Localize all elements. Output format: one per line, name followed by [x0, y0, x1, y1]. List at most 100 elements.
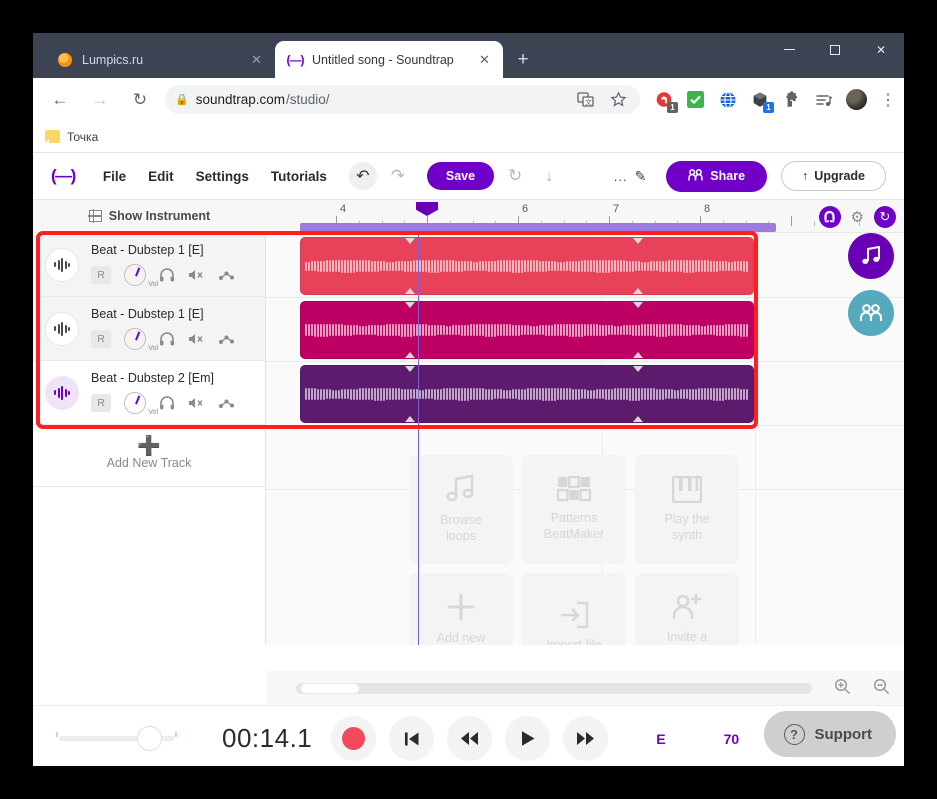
headphones-icon[interactable] [159, 332, 175, 346]
fast-forward-button[interactable] [563, 716, 609, 761]
track-header-3[interactable]: Beat - Dubstep 2 [Em] R Vol [33, 361, 265, 425]
import-file-button[interactable]: Import file [522, 573, 626, 645]
volume-knob[interactable]: Vol [124, 392, 158, 416]
menu-file[interactable]: File [103, 169, 126, 184]
play-button[interactable] [505, 716, 551, 761]
record-arm-button[interactable]: R [91, 394, 111, 412]
revert-history-icon[interactable]: ↻ [502, 163, 528, 189]
pencil-icon[interactable]: ✎ [635, 168, 647, 185]
support-widget[interactable]: ? Support [763, 711, 896, 757]
menu-tutorials[interactable]: Tutorials [271, 169, 327, 184]
speaker-muted-icon[interactable] [188, 396, 205, 410]
rewind-button[interactable] [447, 716, 493, 761]
redo-icon[interactable]: ↷ [385, 163, 411, 189]
box-extension-icon[interactable]: 1 [750, 90, 774, 113]
new-tab-button[interactable]: + [509, 46, 537, 74]
region-loop-marker[interactable] [405, 238, 415, 244]
download-icon[interactable]: ↓ [536, 163, 562, 189]
arrangement-area[interactable]: Browse loops Patterns BeatMaker Play the… [266, 233, 904, 645]
invite-friend-button[interactable]: Invite a friend [635, 573, 739, 645]
close-window-button[interactable]: ✕ [858, 33, 904, 66]
checkmark-extension-icon[interactable] [686, 90, 705, 109]
headphones-icon[interactable] [159, 396, 175, 410]
waveform-avatar-icon[interactable] [45, 311, 79, 346]
speaker-muted-icon[interactable] [188, 268, 205, 282]
browser-tab-soundtrap[interactable]: (—) Untitled song - Soundtrap ✕ [275, 41, 503, 78]
reload-icon[interactable]: ↻ [126, 86, 154, 114]
audio-region-3[interactable] [300, 365, 754, 423]
scrollbar-thumb[interactable] [300, 682, 360, 694]
project-key-value[interactable]: E [656, 731, 665, 747]
save-button[interactable]: Save [426, 162, 495, 190]
loops-library-button[interactable] [848, 233, 894, 279]
zoom-in-icon[interactable] [834, 678, 851, 699]
address-bar[interactable]: 🔒 soundtrap.com/studio/ 文 [165, 85, 640, 114]
share-button[interactable]: Share [666, 160, 768, 192]
headphones-icon[interactable] [159, 268, 175, 282]
region-loop-marker[interactable] [633, 302, 643, 308]
bookmark-item[interactable]: Точка [45, 130, 98, 144]
avatar[interactable] [846, 89, 867, 110]
menu-settings[interactable]: Settings [196, 169, 249, 184]
region-loop-marker[interactable] [405, 416, 415, 422]
show-instrument-button[interactable]: Show Instrument [33, 200, 266, 232]
minimize-button[interactable] [766, 33, 812, 66]
region-loop-marker[interactable] [405, 288, 415, 294]
add-new-track-button[interactable]: ➕ Add New Track [33, 425, 265, 487]
skip-to-start-button[interactable] [389, 716, 435, 761]
playhead-handle[interactable] [416, 202, 438, 216]
upgrade-button[interactable]: ↑ Upgrade [781, 161, 886, 191]
track-header-1[interactable]: Beat - Dubstep 1 [E] R Vol [33, 233, 265, 297]
audio-region-1[interactable] [300, 237, 754, 295]
loop-range-bar[interactable] [300, 223, 776, 232]
record-button[interactable] [331, 716, 377, 761]
waveform-avatar-icon[interactable] [45, 247, 79, 282]
magnet-snap-icon[interactable] [818, 205, 841, 228]
region-loop-marker[interactable] [405, 366, 415, 372]
puzzle-extensions-icon[interactable] [782, 90, 801, 109]
kebab-menu-icon[interactable]: ⋮ [880, 90, 896, 110]
menu-edit[interactable]: Edit [148, 169, 174, 184]
undo-icon[interactable]: ↶ [348, 162, 377, 190]
automation-icon[interactable] [218, 332, 235, 346]
region-loop-marker[interactable] [633, 288, 643, 294]
patterns-beatmaker-button[interactable]: Patterns BeatMaker [522, 455, 626, 564]
automation-icon[interactable] [218, 396, 235, 410]
browse-loops-button[interactable]: Browse loops [409, 455, 513, 564]
automation-icon[interactable] [218, 268, 235, 282]
playlist-icon[interactable] [814, 90, 833, 109]
project-bpm-value[interactable]: 70 [724, 731, 740, 747]
browser-tab-lumpics[interactable]: Lumpics.ru ✕ [45, 41, 275, 78]
volume-slider-handle[interactable] [137, 726, 162, 751]
collaborate-button[interactable] [848, 290, 894, 336]
volume-knob[interactable]: Vol [124, 264, 158, 288]
maximize-button[interactable] [812, 33, 858, 66]
timeline-ruler[interactable]: 4 6 7 8 [266, 200, 904, 232]
region-loop-marker[interactable] [633, 238, 643, 244]
add-new-track-card[interactable]: Add new track [409, 573, 513, 645]
region-loop-marker[interactable] [633, 352, 643, 358]
volume-knob[interactable]: Vol [124, 328, 158, 352]
translate-icon[interactable]: 文 [576, 90, 595, 109]
playhead[interactable] [418, 233, 420, 645]
adblock-extension-icon[interactable]: 1 [654, 90, 678, 113]
audio-region-2[interactable] [300, 301, 754, 359]
region-loop-marker[interactable] [633, 366, 643, 372]
region-loop-marker[interactable] [405, 352, 415, 358]
speaker-muted-icon[interactable] [188, 332, 205, 346]
star-icon[interactable] [609, 90, 628, 109]
back-icon[interactable]: ← [46, 86, 74, 114]
master-volume-slider[interactable]: II [56, 726, 177, 751]
region-loop-marker[interactable] [405, 302, 415, 308]
close-icon[interactable]: ✕ [248, 51, 265, 68]
track-header-2[interactable]: Beat - Dubstep 1 [E] R Vol [33, 297, 265, 361]
waveform-avatar-icon-active[interactable] [45, 375, 79, 410]
globe-extension-icon[interactable] [718, 90, 737, 109]
record-arm-button[interactable]: R [91, 266, 111, 284]
horizontal-scrollbar[interactable] [296, 682, 812, 694]
more-options-button[interactable]: ... [614, 169, 628, 184]
close-icon[interactable]: ✕ [476, 51, 493, 68]
play-the-synth-button[interactable]: Play the synth [635, 455, 739, 564]
soundtrap-logo-icon[interactable]: (—) [51, 166, 76, 186]
loop-icon[interactable]: ↻ [874, 205, 896, 228]
